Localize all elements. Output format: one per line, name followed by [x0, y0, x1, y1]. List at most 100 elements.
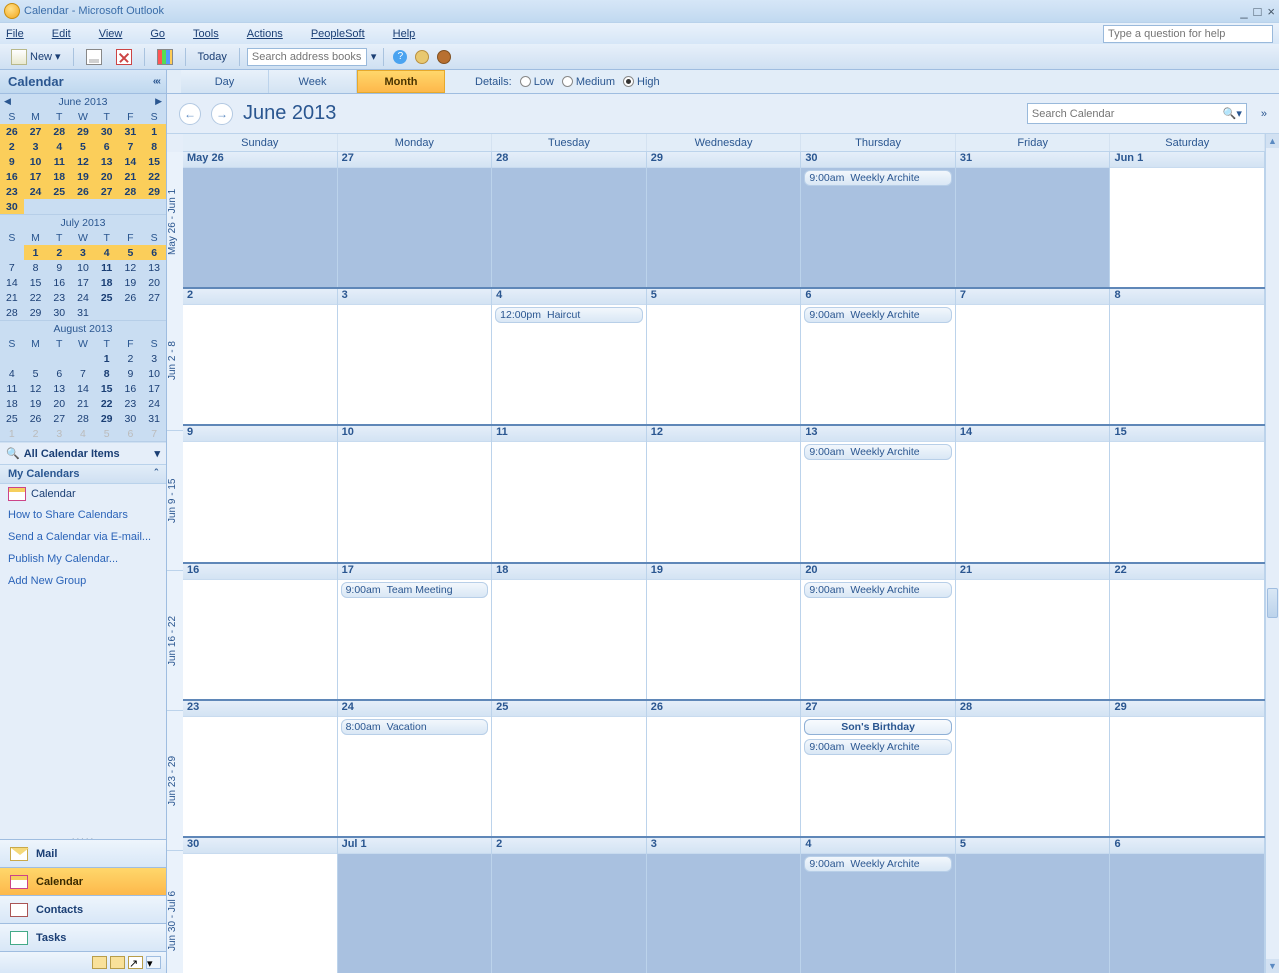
mini-day[interactable]: 25 — [0, 411, 24, 426]
mini-day[interactable]: 15 — [95, 381, 119, 396]
mini-day[interactable]: 31 — [142, 411, 166, 426]
mini-day[interactable]: 27 — [47, 411, 71, 426]
mini-day[interactable]: 12 — [119, 260, 143, 275]
expand-search-icon[interactable]: » — [1261, 108, 1267, 120]
mini-day[interactable]: 20 — [95, 169, 119, 184]
day-cell[interactable]: 21 — [956, 564, 1111, 699]
mini-day[interactable]: 7 — [142, 426, 166, 441]
menu-help[interactable]: Help — [393, 28, 430, 40]
event[interactable]: 9:00amWeekly Archite — [804, 170, 952, 186]
event[interactable]: 9:00amTeam Meeting — [341, 582, 489, 598]
mini-day[interactable]: 30 — [95, 124, 119, 139]
day-cell[interactable]: 2 — [183, 289, 338, 424]
mini-day[interactable] — [47, 351, 71, 366]
mini-day[interactable]: 6 — [142, 245, 166, 260]
mini-day[interactable]: 24 — [24, 184, 48, 199]
mini-day[interactable]: 17 — [142, 381, 166, 396]
day-cell[interactable]: 412:00pmHaircut — [492, 289, 647, 424]
event[interactable]: 9:00amWeekly Archite — [804, 307, 952, 323]
mini-day[interactable]: 7 — [0, 260, 24, 275]
day-cell[interactable]: 3 — [338, 289, 493, 424]
day-cell[interactable]: 3 — [647, 838, 802, 973]
shield-icon[interactable] — [437, 50, 451, 64]
mini-day[interactable]: 27 — [24, 124, 48, 139]
mini-prev-icon[interactable]: ◀ — [4, 96, 11, 107]
mini-day[interactable]: 14 — [119, 154, 143, 169]
day-cell[interactable]: 30 — [183, 838, 338, 973]
mini-day[interactable]: 26 — [0, 124, 24, 139]
mini-day[interactable]: 1 — [24, 245, 48, 260]
configure-buttons-icon[interactable]: ▾ — [146, 956, 161, 969]
detail-low[interactable]: Low — [520, 76, 554, 88]
mini-day[interactable]: 18 — [0, 396, 24, 411]
week-label[interactable]: Jun 16 - 22 — [167, 571, 183, 711]
day-cell[interactable]: 27Son's Birthday9:00amWeekly Archite — [801, 701, 956, 836]
mini-day[interactable]: 3 — [47, 426, 71, 441]
day-cell[interactable]: 29 — [647, 152, 802, 287]
close-button[interactable]: × — [1267, 4, 1275, 19]
mini-day[interactable]: 23 — [47, 290, 71, 305]
day-cell[interactable]: 14 — [956, 426, 1111, 561]
mini-day[interactable]: 21 — [71, 396, 95, 411]
link-send-cal[interactable]: Send a Calendar via E-mail... — [0, 526, 166, 548]
mini-day[interactable] — [0, 351, 24, 366]
link-add-group[interactable]: Add New Group — [0, 570, 166, 592]
day-cell[interactable]: 26 — [647, 701, 802, 836]
day-cell[interactable]: 28 — [956, 701, 1111, 836]
mini-day[interactable] — [142, 305, 166, 320]
mini-day[interactable]: 26 — [24, 411, 48, 426]
tab-day[interactable]: Day — [181, 70, 269, 93]
mini-day[interactable]: 22 — [24, 290, 48, 305]
mini-day[interactable]: 28 — [71, 411, 95, 426]
help-icon[interactable]: ? — [393, 50, 407, 64]
week-label[interactable]: May 26 - Jun 1 — [167, 152, 183, 291]
menu-peoplesoft[interactable]: PeopleSoft — [311, 28, 379, 40]
menu-file[interactable]: File — [6, 28, 38, 40]
mini-day[interactable]: 11 — [95, 260, 119, 275]
mini-day[interactable]: 3 — [24, 139, 48, 154]
mini-day[interactable]: 23 — [0, 184, 24, 199]
new-button[interactable]: New ▾ — [6, 46, 66, 68]
mini-day[interactable]: 15 — [24, 275, 48, 290]
mini-day[interactable]: 18 — [47, 169, 71, 184]
today-button[interactable]: Today — [193, 48, 232, 66]
mini-day[interactable]: 7 — [119, 139, 143, 154]
day-cell[interactable]: 27 — [338, 152, 493, 287]
mini-day[interactable]: 29 — [95, 411, 119, 426]
event-allday[interactable]: Son's Birthday — [804, 719, 952, 735]
mini-day[interactable]: 8 — [24, 260, 48, 275]
mini-day[interactable]: 26 — [119, 290, 143, 305]
navpane-mail[interactable]: Mail — [0, 839, 166, 867]
week-label[interactable]: Jun 30 - Jul 6 — [167, 851, 183, 973]
mini-day[interactable]: 14 — [71, 381, 95, 396]
event[interactable]: 8:00amVacation — [341, 719, 489, 735]
day-cell[interactable]: May 26 — [183, 152, 338, 287]
calendar-item[interactable]: Calendar — [0, 484, 166, 504]
mini-day[interactable] — [71, 199, 95, 214]
week-label[interactable]: Jun 23 - 29 — [167, 711, 183, 851]
mini-day[interactable]: 5 — [119, 245, 143, 260]
mini-day[interactable]: 13 — [47, 381, 71, 396]
mini-day[interactable]: 29 — [71, 124, 95, 139]
link-share-cal[interactable]: How to Share Calendars — [0, 504, 166, 526]
day-cell[interactable]: 19 — [647, 564, 802, 699]
detail-high[interactable]: High — [623, 76, 660, 88]
link-publish-cal[interactable]: Publish My Calendar... — [0, 548, 166, 570]
scroll-thumb[interactable] — [1267, 588, 1278, 618]
day-cell[interactable]: 309:00amWeekly Archite — [801, 152, 956, 287]
mini-day[interactable]: 10 — [24, 154, 48, 169]
navpane-cal[interactable]: Calendar — [0, 867, 166, 895]
mini-day[interactable]: 14 — [0, 275, 24, 290]
navpane-tasks[interactable]: Tasks — [0, 923, 166, 951]
mini-day[interactable]: 29 — [142, 184, 166, 199]
mini-day[interactable]: 7 — [71, 366, 95, 381]
mini-day[interactable]: 10 — [71, 260, 95, 275]
mini-day[interactable]: 21 — [119, 169, 143, 184]
mini-day[interactable]: 19 — [24, 396, 48, 411]
mini-day[interactable]: 17 — [24, 169, 48, 184]
mini-day[interactable]: 27 — [142, 290, 166, 305]
menu-actions[interactable]: Actions — [247, 28, 297, 40]
mini-day[interactable]: 28 — [47, 124, 71, 139]
day-cell[interactable]: Jul 1 — [338, 838, 493, 973]
mini-day[interactable]: 1 — [0, 426, 24, 441]
